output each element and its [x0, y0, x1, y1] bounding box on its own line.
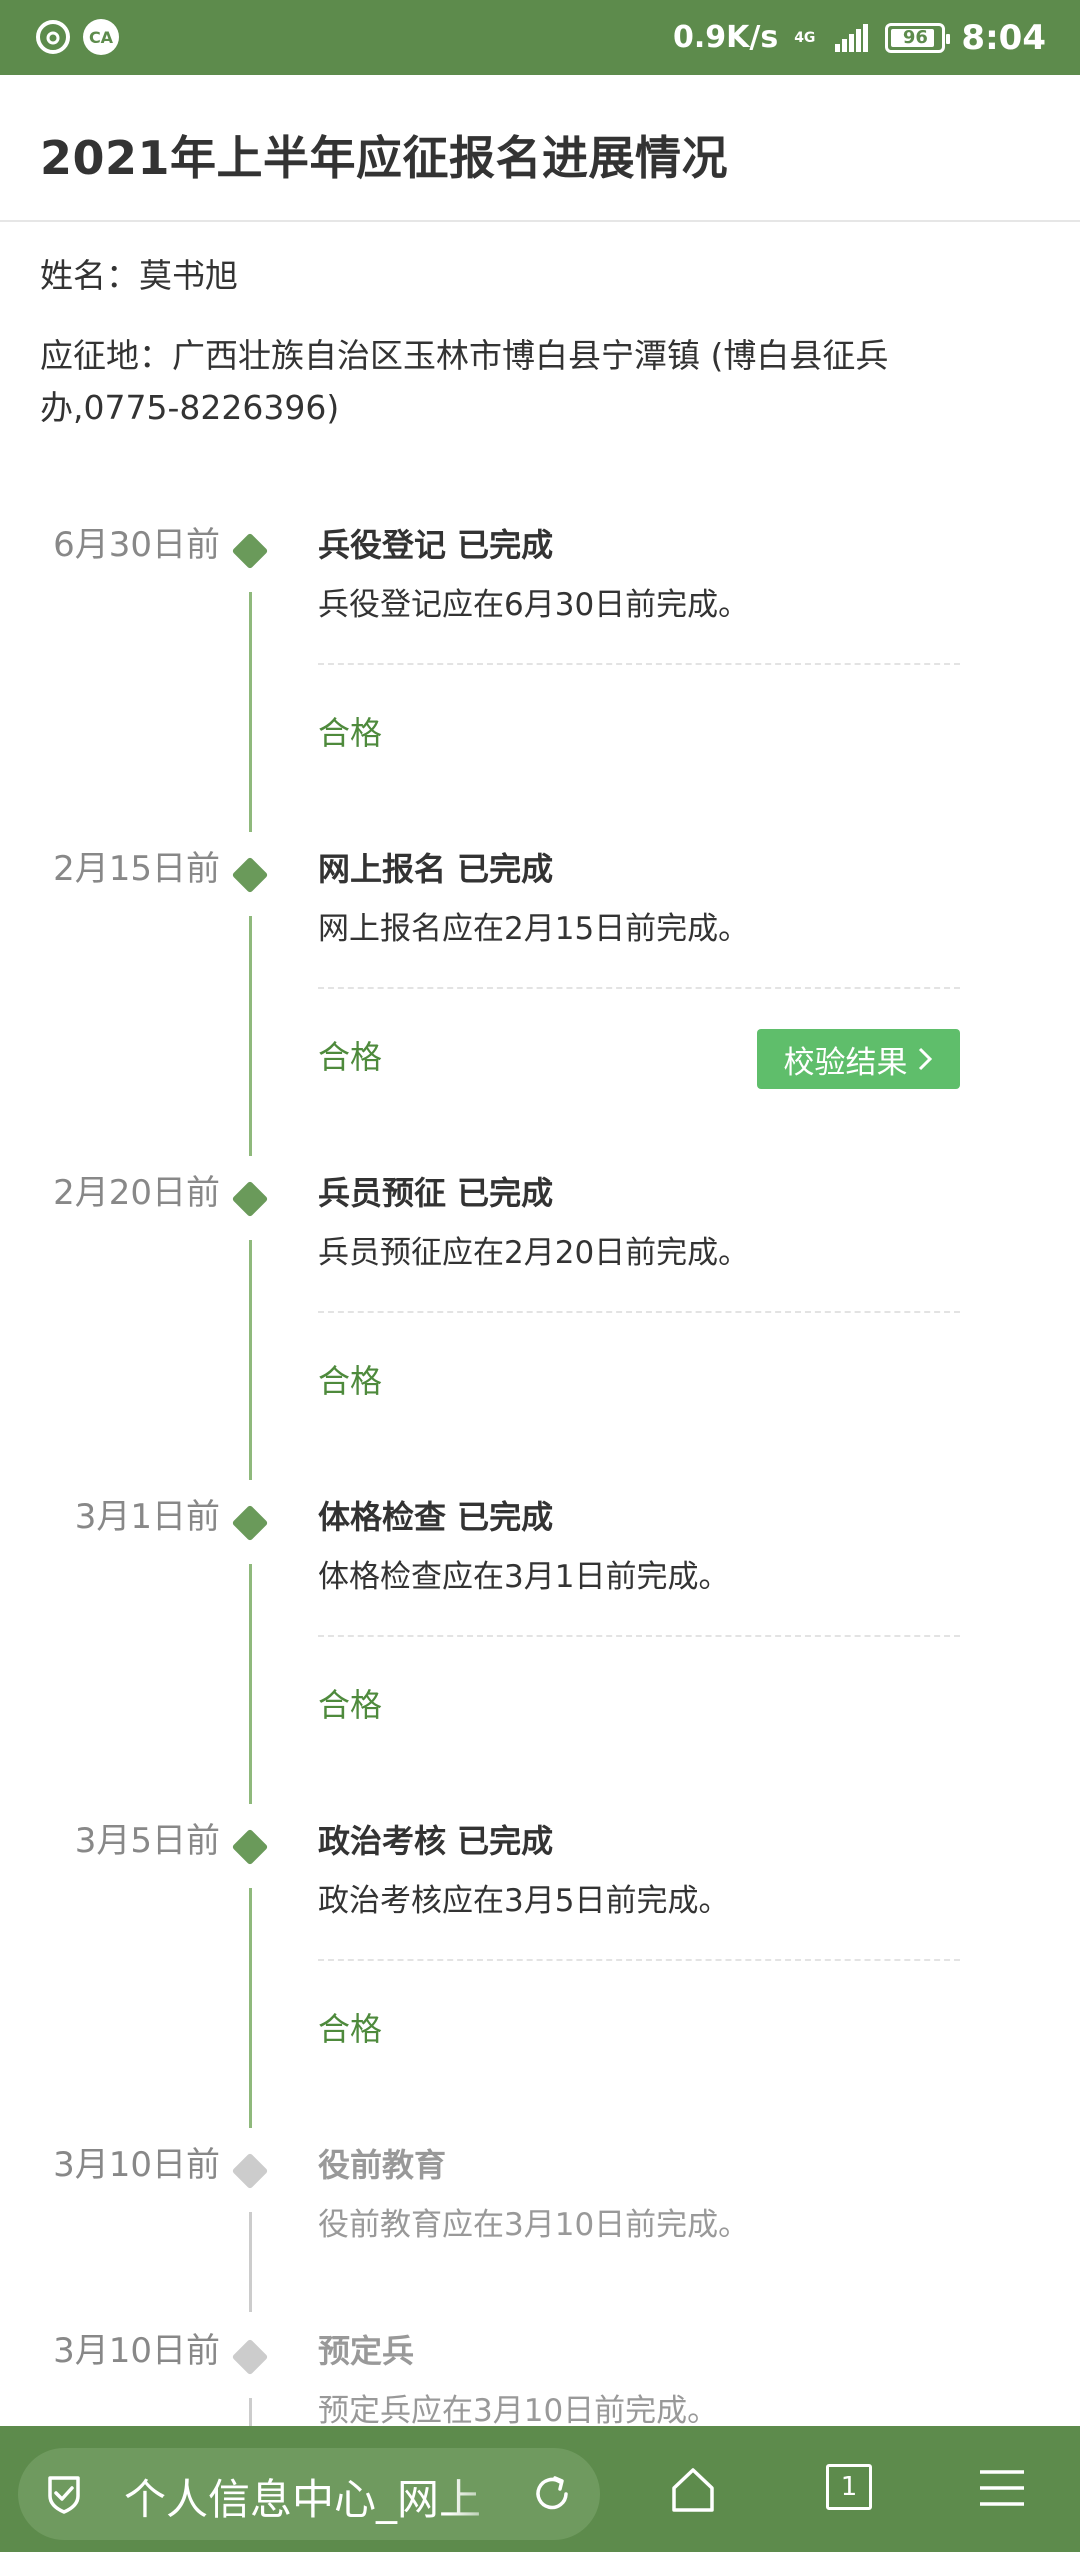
timeline-date: 6月30日前 — [53, 525, 220, 565]
netease-music-icon — [36, 20, 70, 54]
step-description: 网上报名应在2月15日前完成。 — [318, 911, 750, 947]
page-title: 2021年上半年应征报名进展情况 — [40, 131, 729, 185]
timeline-line — [249, 2398, 252, 2428]
browser-bottom-bar: 个人信息中心_网上 1 — [0, 2426, 1080, 2552]
tab-count: 1 — [840, 2472, 858, 2502]
home-icon[interactable] — [668, 2464, 718, 2514]
menu-icon[interactable] — [978, 2466, 1026, 2510]
url-fade — [448, 2458, 518, 2530]
timeline-line — [249, 1240, 252, 1480]
enlistment-location: 应征地：广西壮族自治区玉林市博白县宁潭镇 (博白县征兵办,0775-822639… — [40, 336, 889, 427]
clock: 8:04 — [961, 17, 1046, 58]
battery-icon: 96 — [885, 22, 951, 53]
timeline-line — [249, 592, 252, 832]
timeline-marker — [231, 1180, 269, 1218]
timeline-date: 3月10日前 — [53, 2145, 220, 2185]
step-description: 兵员预征应在2月20日前完成。 — [318, 1235, 750, 1271]
divider — [318, 987, 960, 989]
step-title: 政治考核 已完成 — [318, 1822, 554, 1860]
timeline-marker — [231, 856, 269, 894]
network-speed: 0.9K/s — [672, 20, 779, 55]
step-title: 役前教育 — [318, 2146, 447, 2184]
address-bar[interactable]: 个人信息中心_网上 — [18, 2448, 600, 2540]
divider — [318, 1311, 960, 1313]
chevron-right-icon — [918, 1047, 932, 1071]
timeline-line — [249, 2212, 252, 2312]
applicant-name: 姓名：莫书旭 — [40, 256, 238, 295]
timeline-marker — [231, 2152, 269, 2190]
step-title: 体格检查 已完成 — [318, 1498, 554, 1536]
step-result: 合格 — [318, 1038, 383, 1076]
timeline-line — [249, 1564, 252, 1804]
divider — [318, 1959, 960, 1961]
timeline-marker — [231, 1504, 269, 1542]
timeline-date: 3月5日前 — [74, 1821, 220, 1861]
app-notification-icon: CA — [83, 19, 119, 55]
timeline-line — [249, 916, 252, 1156]
step-title: 兵员预征 已完成 — [318, 1174, 554, 1212]
timeline-marker — [231, 2338, 269, 2376]
timeline-date: 3月1日前 — [74, 1497, 220, 1537]
step-title: 兵役登记 已完成 — [318, 526, 554, 564]
timeline-date: 3月10日前 — [53, 2331, 220, 2371]
step-title: 网上报名 已完成 — [318, 850, 554, 888]
shield-check-icon[interactable] — [42, 2472, 86, 2516]
tabs-icon[interactable]: 1 — [826, 2464, 872, 2510]
verify-result-button[interactable]: 校验结果 — [757, 1029, 960, 1089]
status-bar: CA 0.9K/s 4G 96 8:04 — [0, 0, 1080, 75]
verify-result-label: 校验结果 — [783, 1044, 908, 1081]
page-header: 2021年上半年应征报名进展情况 — [0, 92, 1080, 222]
step-description: 役前教育应在3月10日前完成。 — [318, 2207, 750, 2243]
signal-icon — [835, 23, 869, 52]
step-result: 合格 — [318, 1362, 383, 1400]
divider — [318, 663, 960, 665]
svg-text:CA: CA — [89, 28, 114, 47]
url-text[interactable]: 个人信息中心_网上 — [124, 2466, 504, 2527]
step-result: 合格 — [318, 714, 383, 752]
step-description: 兵役登记应在6月30日前完成。 — [318, 587, 750, 623]
network-type: 4G — [794, 29, 816, 46]
step-description: 政治考核应在3月5日前完成。 — [318, 1883, 730, 1919]
timeline-date: 2月15日前 — [53, 849, 220, 889]
timeline-marker — [231, 1828, 269, 1866]
timeline-date: 2月20日前 — [53, 1173, 220, 1213]
step-result: 合格 — [318, 2010, 383, 2048]
divider — [318, 1635, 960, 1637]
step-description: 体格检查应在3月1日前完成。 — [318, 1559, 730, 1595]
step-result: 合格 — [318, 1686, 383, 1724]
step-title: 预定兵 — [318, 2332, 415, 2370]
timeline-line — [249, 1888, 252, 2128]
timeline-marker — [231, 532, 269, 570]
refresh-icon[interactable] — [528, 2470, 576, 2518]
